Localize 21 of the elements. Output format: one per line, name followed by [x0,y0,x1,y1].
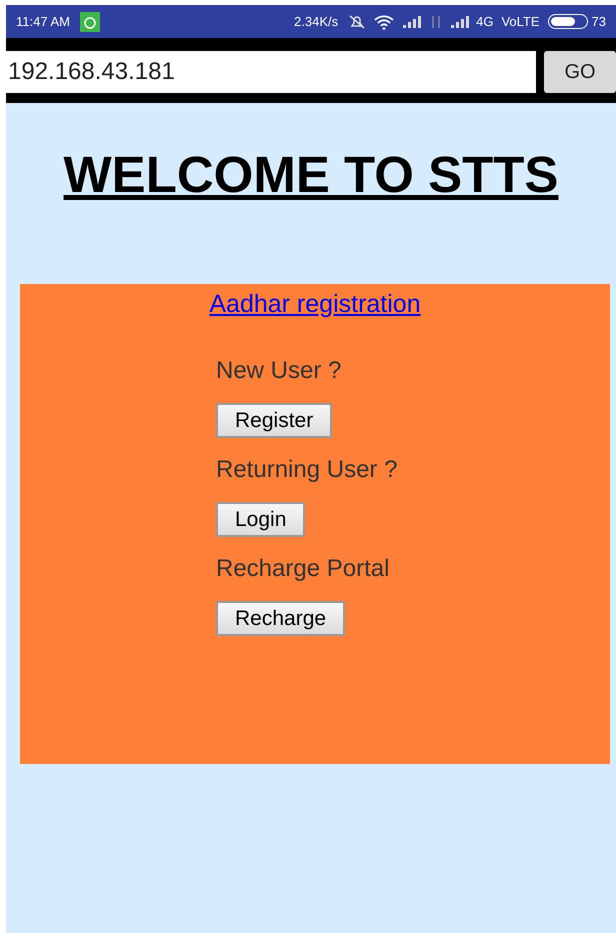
battery-icon [548,14,588,29]
wifi-icon [374,14,394,30]
section-label: New User ? [216,356,342,386]
action-button[interactable]: Login [216,502,306,538]
action-button[interactable]: Register [216,403,332,438]
battery-percent: 73 [592,12,606,31]
signal-icon [450,14,470,28]
registration-link[interactable]: Aadhar registration [209,286,421,324]
signal-icon [402,14,422,28]
muted-bell-icon [348,14,366,30]
network-speed: 2.34K/s [294,12,338,31]
section-label: Recharge Portal [216,554,390,584]
page-heading: WELCOME TO STTS [64,145,558,205]
section-label: Returning User ? [216,455,398,486]
action-button[interactable]: Recharge [216,601,346,636]
volte-label: VoLTE [501,12,540,31]
network-type: 4G [476,12,494,31]
url-field[interactable]: 192.168.43.181 [6,50,536,92]
go-button[interactable]: GO [544,50,616,92]
app-notification-icon [80,12,100,32]
status-time: 11:47 AM [16,12,70,31]
